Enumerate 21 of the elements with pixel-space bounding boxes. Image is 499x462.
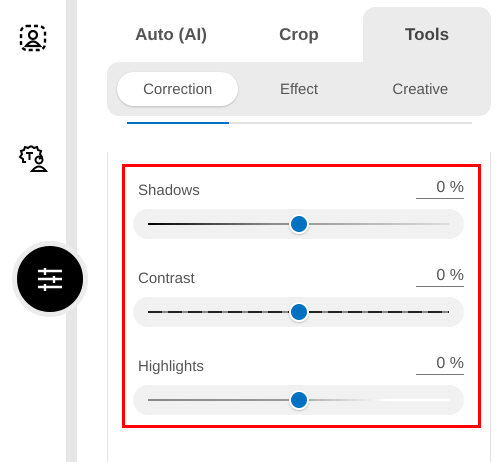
- person-frame-icon[interactable]: [18, 23, 48, 53]
- subtab[interactable]: Creative: [360, 72, 481, 106]
- value-field[interactable]: 0 %: [416, 267, 464, 287]
- slider-track[interactable]: [133, 209, 464, 239]
- slider-thumb[interactable]: [290, 216, 306, 232]
- value-field[interactable]: 0 %: [416, 355, 464, 375]
- slider-track[interactable]: [133, 297, 464, 327]
- tab[interactable]: Crop: [235, 7, 363, 62]
- slider-label: Shadows: [138, 182, 200, 199]
- sliders-icon: [37, 267, 63, 291]
- slider-thumb[interactable]: [290, 392, 306, 408]
- person-badge-icon[interactable]: [18, 143, 48, 173]
- subtab[interactable]: Effect: [238, 72, 360, 106]
- slider-label: Contrast: [138, 270, 195, 287]
- tab[interactable]: Tools: [363, 7, 491, 62]
- tab[interactable]: Auto (AI): [107, 7, 235, 62]
- subtab[interactable]: Correction: [117, 72, 238, 106]
- slider-label: Highlights: [138, 358, 204, 375]
- slider-thumb[interactable]: [290, 304, 306, 320]
- slider-track[interactable]: [133, 385, 464, 415]
- value-field[interactable]: 0 %: [416, 179, 464, 199]
